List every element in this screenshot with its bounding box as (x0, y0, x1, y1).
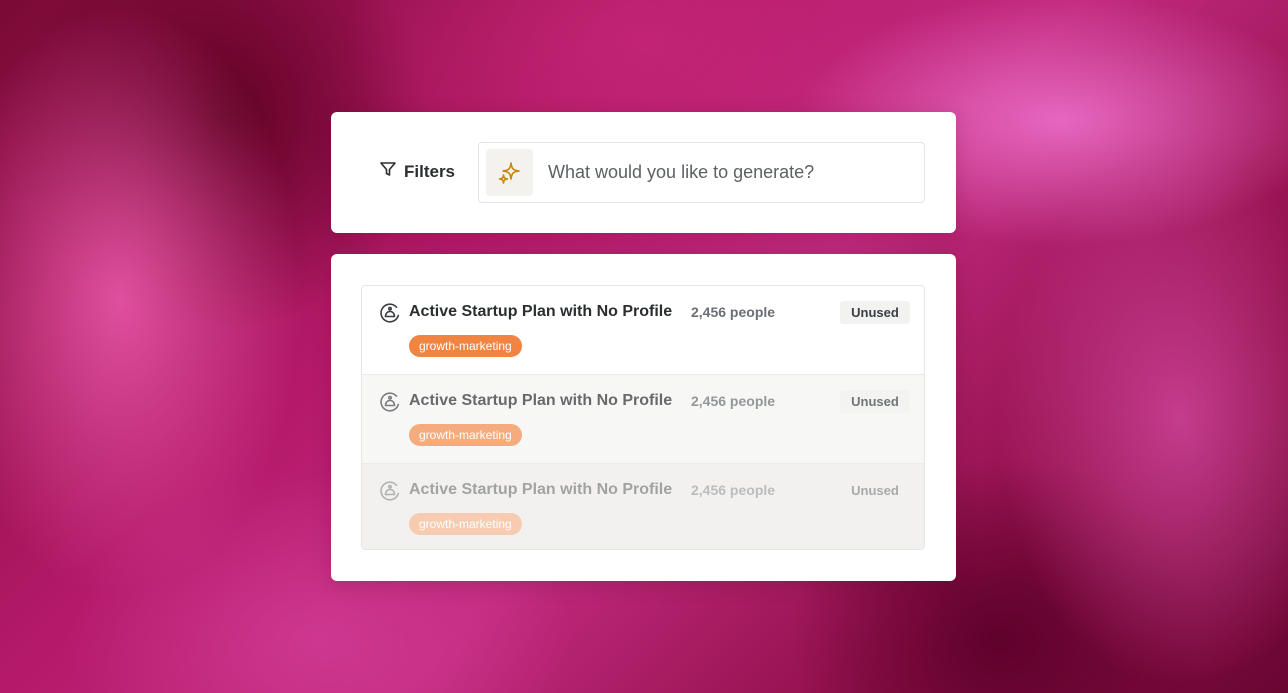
segment-row[interactable]: Active Startup Plan with No Profile 2,45… (362, 286, 924, 374)
segment-title: Active Startup Plan with No Profile (409, 480, 673, 498)
segment-tag[interactable]: growth-marketing (409, 335, 522, 357)
segment-tag[interactable]: growth-marketing (409, 424, 522, 447)
segment-row[interactable]: Active Startup Plan with No Profile 2,45… (362, 374, 924, 463)
sparkles-icon (486, 149, 533, 196)
segment-count: 2,456 people (691, 481, 776, 498)
segment-count: 2,456 people (691, 393, 776, 410)
segments-card: Active Startup Plan with No Profile 2,45… (331, 254, 956, 581)
segment-icon (379, 391, 401, 413)
status-badge: Unused (840, 301, 910, 324)
status-badge: Unused (840, 390, 910, 414)
generate-prompt-box[interactable] (478, 142, 925, 203)
generate-input[interactable] (548, 162, 908, 183)
segment-icon (379, 302, 401, 324)
segment-title: Active Startup Plan with No Profile (409, 392, 673, 410)
segment-list: Active Startup Plan with No Profile 2,45… (361, 285, 925, 550)
filters-button[interactable]: Filters (379, 160, 455, 183)
filter-card: Filters (331, 112, 956, 233)
segment-count: 2,456 people (691, 304, 776, 320)
filter-icon (379, 160, 397, 183)
segment-row[interactable]: Active Startup Plan with No Profile 2,45… (362, 462, 924, 549)
segment-title: Active Startup Plan with No Profile (409, 303, 673, 320)
status-badge: Unused (840, 478, 910, 502)
filters-label: Filters (404, 161, 456, 181)
segment-icon (379, 480, 401, 502)
segment-tag[interactable]: growth-marketing (409, 512, 522, 535)
